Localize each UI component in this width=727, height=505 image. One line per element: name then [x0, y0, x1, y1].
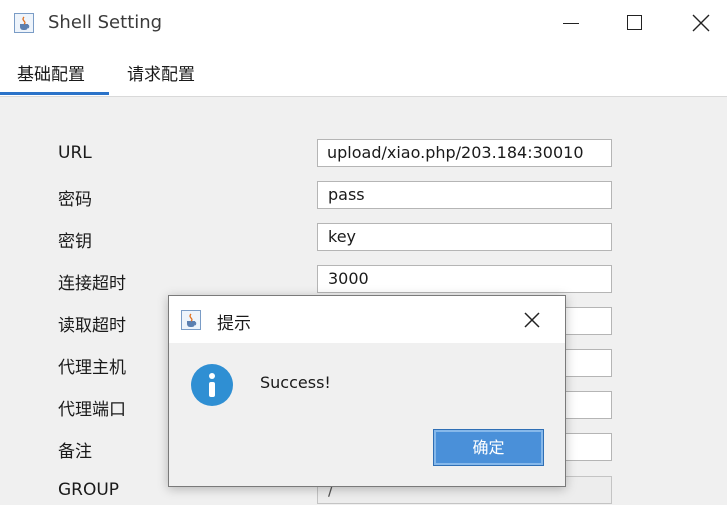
form-label-read-timeout: 读取超时	[58, 316, 126, 336]
form-label-group: GROUP	[58, 480, 120, 500]
key-input[interactable]: key	[317, 223, 612, 251]
form-label-proxy-port: 代理端口	[58, 400, 126, 420]
info-icon	[191, 364, 233, 406]
password-input[interactable]: pass	[317, 181, 612, 209]
connect-timeout-input[interactable]: 3000	[317, 265, 612, 293]
form-label-remark: 备注	[58, 442, 92, 462]
form-label-password: 密码	[58, 190, 92, 210]
active-tab-indicator	[0, 92, 109, 95]
maximize-button[interactable]	[612, 0, 658, 47]
dialog-title: 提示	[217, 314, 251, 334]
form-label-connect-timeout: 连接超时	[58, 274, 126, 294]
tab-bar: 基础配置 请求配置	[0, 47, 727, 97]
dialog-titlebar: 提示	[169, 296, 565, 343]
dialog-message: Success!	[260, 373, 331, 392]
tab-request-config[interactable]: 请求配置	[127, 60, 195, 85]
form-label-proxy-host: 代理主机	[58, 358, 126, 378]
form-label-url: URL	[58, 143, 92, 163]
close-icon	[692, 14, 710, 32]
ok-button[interactable]: 确定	[433, 429, 544, 466]
minimize-button[interactable]	[548, 0, 594, 47]
message-dialog: 提示 Success! 确定	[168, 295, 566, 487]
close-icon	[524, 312, 540, 328]
tab-basic-config[interactable]: 基础配置	[17, 60, 85, 85]
java-cup-icon	[181, 310, 201, 330]
window-titlebar: Shell Setting	[0, 0, 727, 47]
form-label-key: 密钥	[58, 232, 92, 252]
close-button[interactable]	[678, 0, 724, 47]
java-cup-icon	[14, 13, 34, 33]
url-input[interactable]: 203.184:30010/upload/xiao.php	[317, 139, 612, 167]
window-title: Shell Setting	[48, 12, 163, 33]
